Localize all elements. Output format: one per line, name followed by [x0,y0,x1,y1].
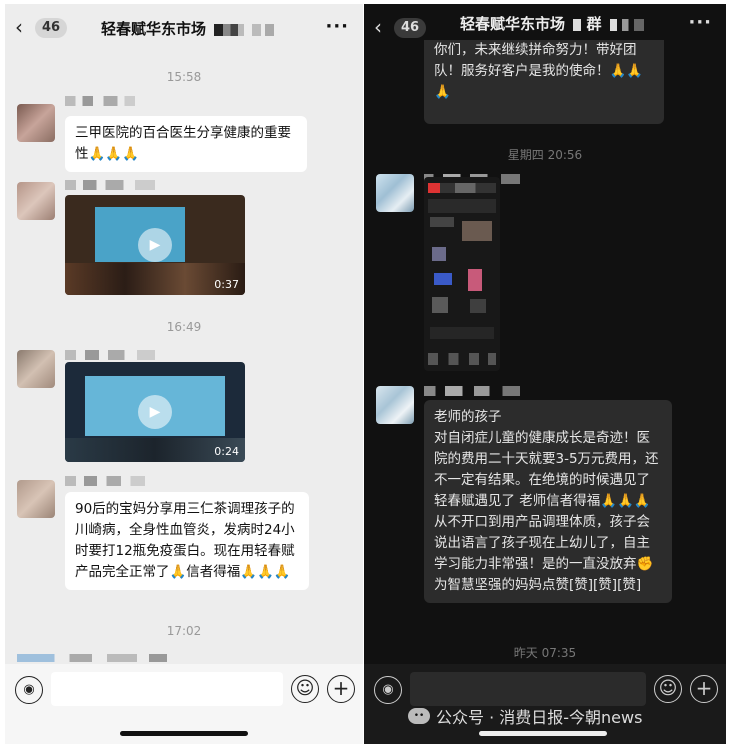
plus-icon[interactable]: + [690,675,718,703]
chat-dark: 你们，未来继续拼命努力！带好团队！服务好客户是我的使命！🙏🙏🙏 ‹ 46 轻春赋… [364,4,726,744]
sender-name-blurred [17,654,167,662]
video-duration: 0:37 [214,278,239,291]
plus-icon[interactable]: + [327,675,355,703]
image-pixel [470,299,486,313]
blurred-title [214,23,245,36]
home-indicator [479,731,607,736]
image-pixel [468,269,482,291]
image-pixel [430,217,454,227]
video-message[interactable]: ▶ 0:24 [65,362,245,462]
chat-title: 轻春赋华东市场 群 [460,13,644,34]
timestamp: 17:02 [166,624,202,638]
back-icon[interactable]: ‹ [374,16,382,38]
image-pixel [428,199,496,213]
chat-light: ‹ 46 轻春赋华东市场 ··· 15:58 三甲医院的百合医生分享健康的重要性… [5,4,363,744]
more-icon[interactable]: ··· [325,16,349,37]
watermark-text: 公众号 · 消费日报-今朝news [436,708,643,727]
unread-badge: 46 [35,18,67,38]
sender-name-blurred [65,476,145,486]
avatar[interactable] [17,480,55,518]
timestamp: 昨天 07:35 [513,646,577,660]
video-message[interactable]: ▶ 0:37 [65,195,245,295]
image-pixel [462,221,492,241]
wechat-icon: •• [408,708,430,724]
chat-title-text: 轻春赋华东市场 [460,15,566,33]
sender-name-blurred [424,386,520,396]
emoji-icon[interactable]: ☺ [654,675,682,703]
blurred-title-2 [609,18,644,31]
sender-name-blurred [65,96,135,106]
timestamp: 15:58 [166,70,202,84]
sender-name-blurred [65,350,155,360]
image-pixel [432,247,446,261]
home-indicator [120,731,248,736]
message-input[interactable] [410,672,646,706]
chat-header: ‹ 46 轻春赋华东市场 群 ··· [364,4,726,40]
input-bar: ◉ ☺ + [5,664,363,744]
image-pixel [432,297,448,313]
avatar[interactable] [376,386,414,424]
chat-title: 轻春赋华东市场 [101,18,275,39]
watermark: •• 公众号 · 消费日报-今朝news [408,704,642,728]
video-duration: 0:24 [214,445,239,458]
avatar[interactable] [17,104,55,142]
emoji-icon[interactable]: ☺ [291,675,319,703]
back-icon[interactable]: ‹ [15,16,23,38]
image-pixel [434,273,452,285]
message-bubble: 90后的宝妈分享用三仁茶调理孩子的川崎病，全身性血管炎，发病时24小时要打12瓶… [65,492,309,590]
message-bubble: 三甲医院的百合医生分享健康的重要性🙏🙏🙏 [65,116,307,172]
blurred-title-2 [252,23,275,36]
image-pixel [428,353,496,365]
play-icon[interactable]: ▶ [138,395,172,429]
timestamp: 16:49 [166,320,202,334]
image-pixel [430,327,494,339]
sender-name-blurred [65,180,155,190]
screenshot-composite: ‹ 46 轻春赋华东市场 ··· 15:58 三甲医院的百合医生分享健康的重要性… [0,0,729,748]
more-icon[interactable]: ··· [688,12,712,33]
chat-header: ‹ 46 轻春赋华东市场 ··· [5,4,363,52]
blurred-title [573,18,582,31]
message-bubble: 老师的孩子 对自闭症儿童的健康成长是奇迹！医院的费用二十天就要3-5万元费用，还… [424,400,672,603]
message-input[interactable] [51,672,283,706]
image-message-screenshot[interactable] [424,177,500,371]
chat-title-text: 轻春赋华东市场 [101,20,207,38]
input-bar: ◉ ☺ + •• 公众号 · 消费日报-今朝news [364,664,726,744]
chat-title-suffix: 群 [586,15,602,33]
avatar[interactable] [17,182,55,220]
message-bubble: 你们，未来继续拼命努力！带好团队！服务好客户是我的使命！🙏🙏🙏 [424,30,664,124]
avatar[interactable] [376,174,414,212]
voice-icon[interactable]: ◉ [374,676,402,704]
timestamp: 星期四 20:56 [507,148,583,162]
image-pixel [428,183,496,193]
voice-icon[interactable]: ◉ [15,676,43,704]
unread-badge: 46 [394,18,426,38]
play-icon[interactable]: ▶ [138,228,172,262]
avatar[interactable] [17,350,55,388]
